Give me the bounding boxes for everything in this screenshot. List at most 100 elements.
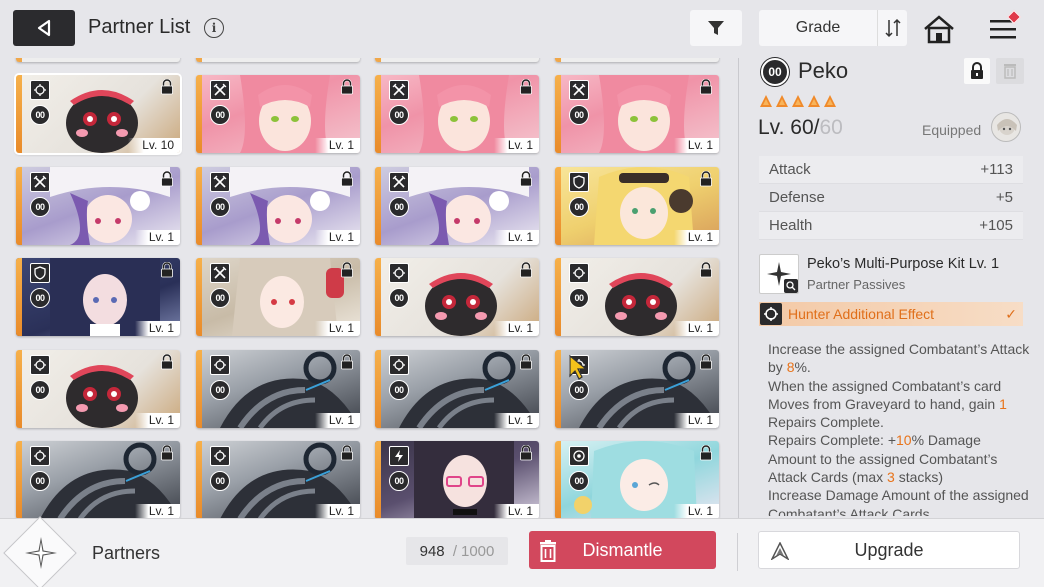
grade-badge: 00 [210, 197, 230, 217]
lock-icon[interactable] [160, 262, 174, 278]
rarity-stripe [196, 350, 202, 428]
lock-icon[interactable] [519, 262, 533, 278]
grade-badge: 00 [569, 471, 589, 491]
level-current: Lv. 60/ [758, 116, 820, 139]
lock-icon[interactable] [699, 354, 713, 370]
lock-icon[interactable] [160, 354, 174, 370]
lock-icon[interactable] [340, 171, 354, 187]
cursor-icon [569, 354, 588, 380]
partner-card[interactable]: 00 Lv. 1 [375, 441, 539, 518]
stat-row: Health +105 [759, 212, 1023, 240]
desc-text: stacks) [894, 469, 944, 486]
partner-level: Lv. 1 [493, 413, 539, 428]
partner-card[interactable]: 00 Lv. 1 [196, 441, 360, 518]
partner-card[interactable]: 00 Lv. 1 [16, 350, 180, 428]
partner-card-partial[interactable] [375, 58, 539, 62]
lock-icon[interactable] [519, 79, 533, 95]
lock-icon[interactable] [519, 171, 533, 187]
lock-icon[interactable] [160, 445, 174, 461]
partner-card[interactable]: 00 Lv. 1 [555, 167, 719, 245]
lock-icon[interactable] [519, 354, 533, 370]
upgrade-button[interactable]: Upgrade [758, 531, 1020, 569]
star-icon [792, 95, 804, 107]
sort-dropdown[interactable]: Grade [759, 10, 907, 46]
grade-badge: 00 [389, 288, 409, 308]
hunter-effect-bar[interactable]: Hunter Additional Effect ✓ [759, 302, 1023, 326]
partner-card[interactable]: 00 Lv. 1 [196, 258, 360, 336]
grade-badge: 00 [389, 380, 409, 400]
lock-icon[interactable] [519, 445, 533, 461]
home-button[interactable] [920, 10, 958, 48]
rarity-stripe [16, 258, 22, 336]
hunter-class-icon [389, 355, 409, 375]
equipped-avatar[interactable] [991, 112, 1021, 142]
partner-card[interactable]: 00 Lv. 1 [16, 441, 180, 518]
partner-card[interactable]: 00 Lv. 1 [196, 167, 360, 245]
partner-level: Lv. 1 [314, 321, 360, 336]
partner-card[interactable]: 00 Lv. 1 [375, 75, 539, 153]
controller-class-icon [569, 446, 589, 466]
partner-card[interactable]: 00 Lv. 10 [16, 75, 180, 153]
grade-badge: 00 [389, 105, 409, 125]
dismantle-button[interactable]: Dismantle [529, 531, 716, 569]
rarity-stripe [375, 75, 381, 153]
lock-icon[interactable] [340, 354, 354, 370]
partner-card[interactable]: 00 Lv. 1 [16, 258, 180, 336]
upgrade-label: Upgrade [854, 539, 924, 560]
partner-card[interactable]: 00 Lv. 1 [375, 258, 539, 336]
lock-icon[interactable] [340, 79, 354, 95]
striker-class-icon [30, 172, 50, 192]
hunter-class-icon [30, 355, 50, 375]
lock-icon[interactable] [160, 79, 174, 95]
passive-skill-icon[interactable] [759, 254, 799, 294]
home-icon [924, 15, 954, 44]
partner-name: Peko [798, 58, 849, 83]
rarity-stripe [196, 75, 202, 153]
partner-card[interactable]: 00 Lv. 1 [16, 167, 180, 245]
rarity-stripe [16, 58, 22, 62]
partner-card[interactable]: 00 Lv. 1 [196, 350, 360, 428]
striker-class-icon [569, 80, 589, 100]
grade-badge: 00 [30, 197, 50, 217]
rarity-stripe [196, 58, 202, 62]
grade-badge: 00 [569, 197, 589, 217]
psionic-class-icon [389, 446, 409, 466]
lock-icon[interactable] [340, 445, 354, 461]
rarity-stripe [196, 441, 202, 518]
partner-card[interactable]: 00 Lv. 1 [555, 441, 719, 518]
lock-icon[interactable] [699, 445, 713, 461]
menu-button[interactable] [983, 9, 1023, 48]
lock-icon[interactable] [160, 171, 174, 187]
partner-card-partial[interactable] [196, 58, 360, 62]
partner-card[interactable]: 00 Lv. 1 [196, 75, 360, 153]
desc-text: When the assigned Combatant’s card Moves… [768, 377, 1002, 412]
grade-badge: 00 [30, 105, 50, 125]
filter-button[interactable] [690, 10, 742, 46]
partner-card[interactable]: 00 Lv. 1 [555, 258, 719, 336]
desc-text: %. [794, 359, 811, 376]
lock-icon[interactable] [699, 79, 713, 95]
lock-icon[interactable] [699, 262, 713, 278]
partner-level: Lv. 1 [314, 230, 360, 245]
partner-level: Lv. 1 [134, 504, 180, 518]
trash-button[interactable] [996, 58, 1024, 84]
info-icon[interactable]: i [204, 18, 224, 38]
partner-level: Lv. 1 [493, 138, 539, 153]
sort-order-icon[interactable] [877, 10, 907, 46]
partner-card-partial[interactable] [16, 58, 180, 62]
partner-card[interactable]: 00 Lv. 1 [375, 350, 539, 428]
lock-button[interactable] [964, 58, 990, 84]
partner-card[interactable]: 00 Lv. 1 [555, 75, 719, 153]
grade-badge: 00 [761, 58, 789, 86]
partner-card[interactable]: 00 Lv. 1 [375, 167, 539, 245]
grade-badge: 00 [389, 471, 409, 491]
lock-icon[interactable] [699, 171, 713, 187]
back-button[interactable] [13, 10, 75, 46]
partner-card-partial[interactable] [555, 58, 719, 62]
lock-icon[interactable] [340, 262, 354, 278]
partner-level: Lv. 1 [493, 230, 539, 245]
desc-highlight: 3 [887, 469, 895, 486]
partner-level: Lv. 60/60 [758, 116, 843, 140]
grade-badge: 00 [569, 288, 589, 308]
partner-level: Lv. 10 [128, 138, 180, 153]
